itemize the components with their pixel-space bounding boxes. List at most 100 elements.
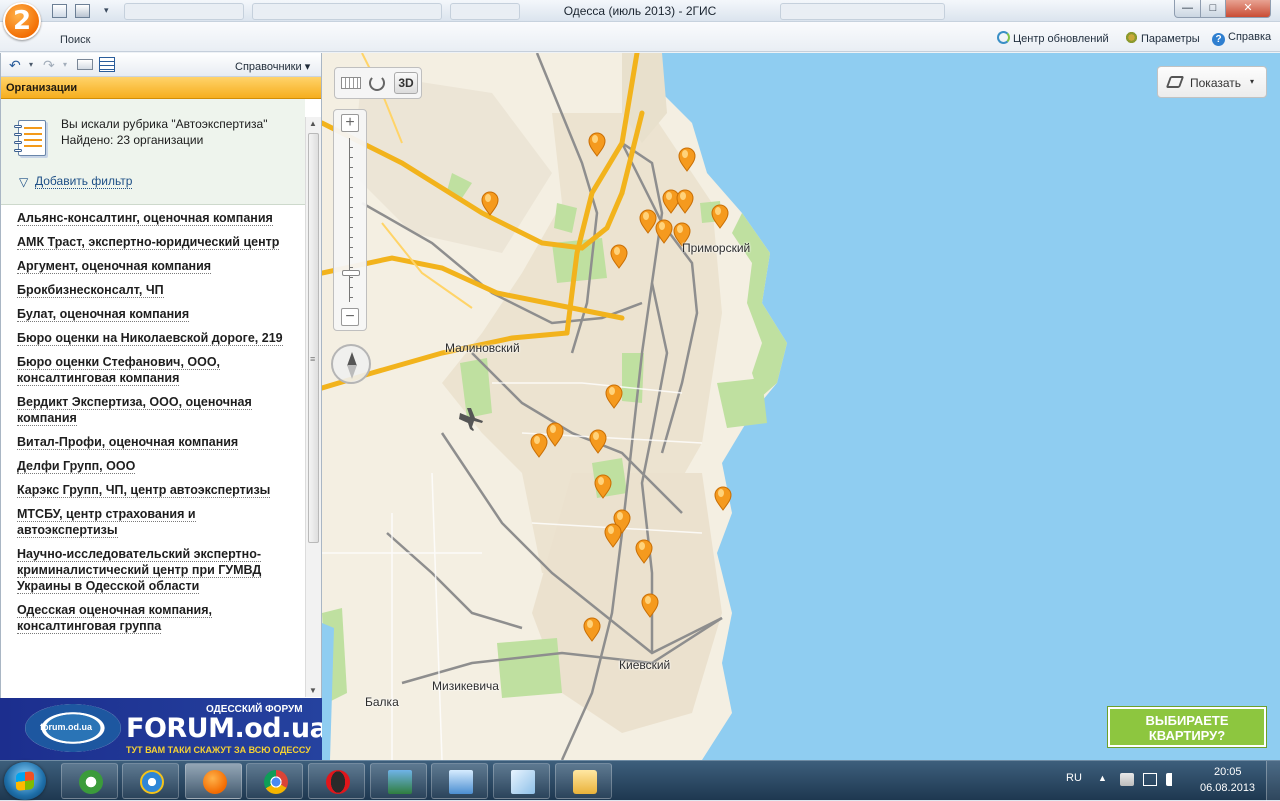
maximize-button[interactable]: □	[1200, 0, 1226, 18]
list-item[interactable]: Бюро оценки Стефанович, ООО, консалтинго…	[1, 350, 304, 390]
scroll-thumb[interactable]	[308, 133, 319, 543]
opera-icon	[326, 770, 350, 794]
district-label-malinovsky: Малиновский	[445, 341, 520, 355]
zoom-control: + −	[333, 109, 367, 331]
tab-search[interactable]: Поиск	[60, 34, 90, 46]
scroll-up-icon[interactable]: ▲	[309, 119, 317, 128]
forward-button[interactable]: ↷	[43, 57, 55, 74]
list-item[interactable]: Делфи Групп, ООО	[1, 454, 304, 478]
settings-label: Параметры	[1141, 33, 1200, 45]
marker-highlight	[534, 436, 540, 444]
list-item[interactable]: Аргумент, оценочная компания	[1, 254, 304, 278]
marker-highlight	[609, 387, 615, 395]
taskbar-chrome[interactable]	[246, 763, 303, 799]
list-scrollbar[interactable]: ▲ ▼	[305, 117, 321, 697]
title-bar: ▾ Одесса (июль 2013) - 2ГИС — □ ✕	[0, 0, 1280, 22]
list-item[interactable]: Карэкс Групп, ЧП, центр автоэкспертизы	[1, 478, 304, 502]
map-canvas[interactable]	[322, 53, 1280, 760]
district-label-kievsky: Киевский	[619, 658, 671, 672]
taskbar-explorer[interactable]	[555, 763, 612, 799]
update-center-link[interactable]: Центр обновлений	[997, 31, 1109, 45]
layers-dropdown[interactable]: Показать ▾	[1157, 66, 1267, 98]
list-item[interactable]: Научно-исследовательский экспертно-крими…	[1, 542, 304, 598]
clock-date[interactable]: 06.08.2013	[1200, 782, 1255, 794]
marker-highlight	[643, 212, 649, 220]
forum-logo-text: forum.od.ua	[40, 722, 92, 732]
print-list-icon[interactable]	[77, 59, 93, 70]
search-summary: Вы искали рубрика "Автоэкспертиза" Найде…	[1, 99, 305, 205]
marker-highlight	[593, 432, 599, 440]
app-logo-icon[interactable]: 2	[3, 2, 41, 40]
help-label: Справка	[1228, 31, 1272, 43]
show-desktop-button[interactable]	[1266, 761, 1280, 801]
marker-highlight	[666, 192, 672, 200]
ruler-icon[interactable]	[341, 77, 361, 89]
2gis-icon	[203, 770, 227, 794]
minimize-button[interactable]: —	[1174, 0, 1201, 18]
taskbar-control-panel[interactable]	[431, 763, 488, 799]
start-button[interactable]	[4, 762, 46, 800]
list-item[interactable]: Брокбизнесконсалт, ЧП	[1, 278, 304, 302]
list-item[interactable]: МТСБУ, центр страхования и автоэкспертиз…	[1, 502, 304, 542]
scroll-down-icon[interactable]: ▼	[309, 686, 317, 695]
close-button[interactable]: ✕	[1225, 0, 1271, 18]
compass-icon[interactable]	[331, 344, 371, 384]
volume-icon[interactable]	[1166, 773, 1180, 786]
marker-highlight	[680, 192, 686, 200]
chevron-down-icon: ▾	[1250, 77, 1255, 86]
language-indicator[interactable]: RU	[1066, 772, 1082, 784]
marker-highlight	[592, 135, 598, 143]
action-center-icon[interactable]	[1143, 773, 1157, 786]
taskbar-notepad[interactable]	[493, 763, 550, 799]
list-item[interactable]: Витал-Профи, оценочная компания	[1, 430, 304, 454]
add-filter-label: Добавить фильтр	[35, 174, 133, 189]
zoom-slider-thumb[interactable]	[342, 270, 360, 276]
rotate-icon[interactable]	[369, 75, 385, 91]
district-label-mizikevicha: Мизикевича	[432, 679, 499, 693]
organization-list: Альянс-консалтинг, оценочная компания АМ…	[1, 206, 304, 696]
taskbar-opera[interactable]	[308, 763, 365, 799]
list-item[interactable]: Бюро оценки на Николаевской дороге, 219	[1, 326, 304, 350]
notepad-icon	[511, 770, 535, 794]
help-link[interactable]: ? Справка	[1212, 31, 1271, 46]
forum-domain-text: FORUM.od.ua	[126, 713, 322, 744]
3d-toggle-button[interactable]: 3D	[394, 72, 418, 94]
apartment-ad-button[interactable]: ВЫБИРАЕТЕ КВАРТИРУ?	[1108, 707, 1266, 747]
back-history-dropdown-icon[interactable]: ▾	[29, 60, 33, 69]
references-menu[interactable]: Справочники ▾	[235, 60, 310, 73]
marker-highlight	[677, 225, 683, 233]
list-item[interactable]: Булат, оценочная компания	[1, 302, 304, 326]
zoom-slider-track[interactable]	[349, 138, 353, 302]
add-filter-link[interactable]: ▽ Добавить фильтр	[19, 174, 133, 189]
list-item[interactable]: Вердикт Экспертиза, ООО, оценочная компа…	[1, 390, 304, 430]
list-item[interactable]: Одесская оценочная компания, консалтинго…	[1, 598, 304, 638]
taskbar-ie[interactable]	[122, 763, 179, 799]
taskbar-utorrent[interactable]	[61, 763, 118, 799]
layers-dropdown-label: Показать	[1190, 76, 1242, 90]
forward-history-dropdown-icon[interactable]: ▾	[63, 60, 67, 69]
map-view[interactable]: Малиновский Приморский Киевский Мизикеви…	[322, 53, 1280, 760]
list-item[interactable]: АМК Траст, экспертно-юридический центр	[1, 230, 304, 254]
zoom-in-button[interactable]: +	[341, 114, 359, 132]
gear-icon	[1125, 31, 1138, 44]
list-view-icon[interactable]	[99, 57, 115, 72]
results-panel: ↶ ▾ ↷ ▾ Справочники ▾ Организации Вы иск…	[0, 53, 322, 698]
marker-highlight	[587, 620, 593, 628]
settings-link[interactable]: Параметры	[1125, 31, 1200, 45]
taskbar-photo-viewer[interactable]	[370, 763, 427, 799]
clock-time[interactable]: 20:05	[1214, 766, 1242, 778]
apartment-ad-line1: ВЫБИРАЕТЕ	[1145, 713, 1229, 728]
map-toolbar: 3D	[334, 67, 422, 99]
list-item[interactable]: Альянс-консалтинг, оценочная компания	[1, 206, 304, 230]
district-label-balka: Балка	[365, 695, 399, 709]
taskbar-2gis[interactable]	[185, 763, 242, 799]
marker-highlight	[614, 247, 620, 255]
forum-ad-banner[interactable]: forum.od.ua ОДЕССКИЙ ФОРУМ FORUM.od.ua Т…	[0, 698, 322, 760]
back-button[interactable]: ↶	[9, 57, 21, 74]
network-warning-icon[interactable]	[1120, 773, 1134, 786]
marker-highlight	[485, 194, 491, 202]
tray-expand-icon[interactable]: ▲	[1098, 773, 1107, 783]
zoom-out-button[interactable]: −	[341, 308, 359, 326]
refresh-icon	[997, 31, 1010, 44]
help-icon: ?	[1212, 33, 1225, 46]
